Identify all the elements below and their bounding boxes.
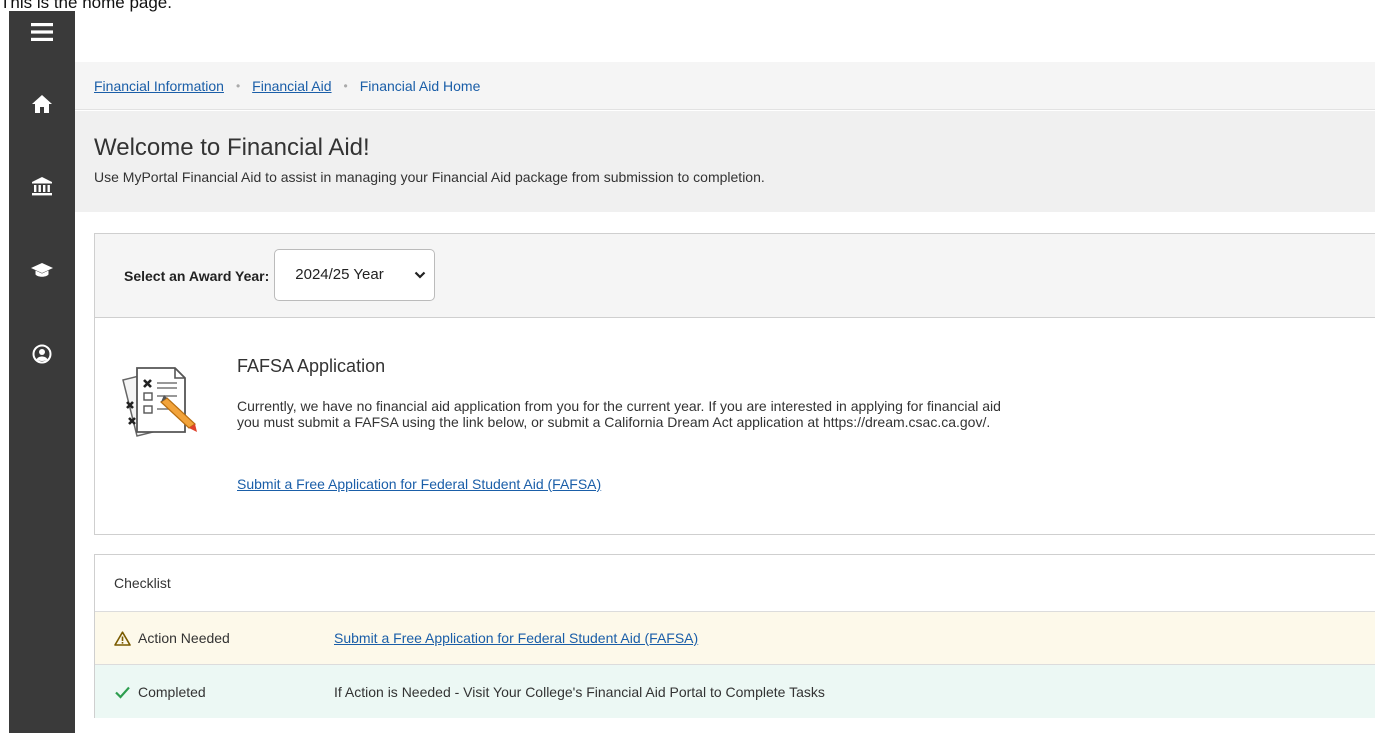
row-status: Completed — [114, 684, 206, 700]
row-status-label: Completed — [138, 683, 206, 700]
breadcrumb-separator: • — [235, 78, 241, 93]
user-circle-icon[interactable] — [9, 339, 75, 369]
fafsa-description: Currently, we have no financial aid appl… — [237, 398, 1001, 430]
checklist-row-action-needed: Action Needed Submit a Free Application … — [95, 612, 1375, 665]
sidebar — [9, 11, 75, 733]
checklist-completed-text: If Action is Needed - Visit Your College… — [334, 683, 825, 700]
checklist-row-completed: Completed If Action is Needed - Visit Yo… — [95, 665, 1375, 718]
page-header: Welcome to Financial Aid! Use MyPortal F… — [75, 111, 1375, 212]
fafsa-application-section: FAFSA Application Currently, we have no … — [95, 318, 1375, 534]
row-status-label: Action Needed — [138, 630, 230, 646]
bank-icon[interactable] — [9, 171, 75, 201]
breadcrumb-link-financial-information[interactable]: Financial Information — [94, 78, 224, 94]
breadcrumb-separator: • — [343, 78, 348, 93]
award-year-label: Select an Award Year: — [124, 267, 270, 284]
breadcrumb-link-financial-aid[interactable]: Financial Aid — [252, 78, 331, 94]
page-subtitle: Use MyPortal Financial Aid to assist in … — [94, 169, 765, 185]
row-status: Action Needed — [114, 630, 230, 646]
checkmark-icon — [115, 686, 130, 699]
breadcrumb: Financial Information • Financial Aid • … — [75, 62, 1375, 110]
checklist-title: Checklist — [95, 555, 1375, 612]
checklist-panel: Checklist Action Needed Submit a Free Ap… — [94, 554, 1375, 718]
fafsa-title: FAFSA Application — [237, 356, 386, 376]
checklist-pencil-icon — [122, 367, 197, 437]
hamburger-menu-icon[interactable] — [9, 19, 75, 45]
award-year-selected-value: 2024/25 Year — [295, 266, 384, 283]
home-icon[interactable] — [9, 89, 75, 119]
chevron-down-icon — [414, 271, 426, 279]
graduation-cap-icon[interactable] — [9, 255, 75, 285]
award-year-card: Select an Award Year: 2024/25 Year FAFSA… — [94, 233, 1375, 535]
fafsa-submit-link[interactable]: Submit a Free Application for Federal St… — [237, 476, 601, 492]
checklist-fafsa-link[interactable]: Submit a Free Application for Federal St… — [334, 630, 698, 646]
award-year-selector: Select an Award Year: 2024/25 Year — [95, 234, 1375, 318]
page-title: Welcome to Financial Aid! — [94, 134, 370, 161]
award-year-select[interactable]: 2024/25 Year — [274, 248, 436, 301]
breadcrumb-current: Financial Aid Home — [359, 77, 481, 94]
warning-triangle-icon — [114, 630, 131, 646]
